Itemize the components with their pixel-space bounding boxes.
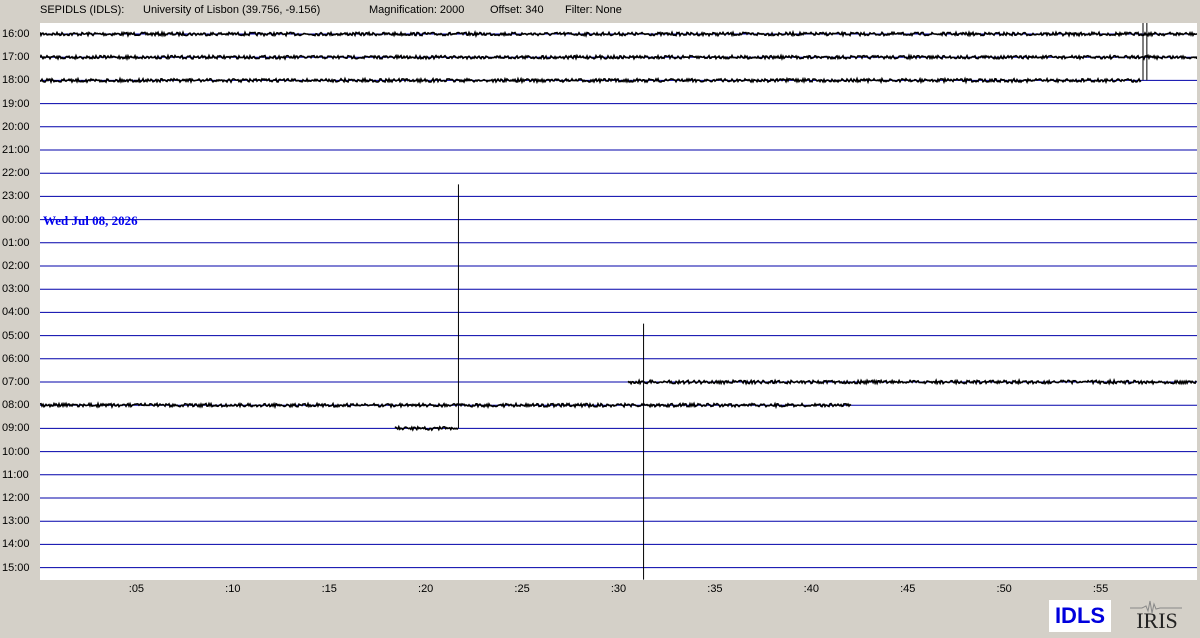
magnification-value: Magnification: 2000 bbox=[369, 4, 465, 16]
minute-label: :40 bbox=[803, 583, 819, 595]
minute-label: :05 bbox=[128, 583, 145, 595]
hour-label: 23:00 bbox=[2, 190, 30, 203]
hour-label: 04:00 bbox=[2, 306, 30, 319]
hour-label: 11:00 bbox=[2, 468, 29, 481]
minute-label: :45 bbox=[900, 583, 916, 595]
hour-label: 13:00 bbox=[2, 515, 30, 528]
iris-logo: IRIS bbox=[1130, 596, 1182, 634]
hour-label: 17:00 bbox=[2, 51, 30, 64]
hour-label: 01:00 bbox=[2, 236, 30, 249]
hour-label: 05:00 bbox=[2, 329, 30, 342]
seismic-trace bbox=[394, 424, 459, 432]
helicorder-svg bbox=[40, 23, 1197, 580]
minute-label: :20 bbox=[418, 583, 434, 595]
offset-value: Offset: 340 bbox=[490, 4, 544, 16]
idls-logo: IDLS bbox=[1049, 600, 1111, 632]
minute-label: :35 bbox=[707, 583, 723, 595]
minute-label: :30 bbox=[610, 583, 627, 595]
hour-label: 00:00 bbox=[2, 213, 30, 226]
header-bar: SEPIDLS (IDLS): University of Lisbon (39… bbox=[0, 0, 1200, 20]
hour-label: 07:00 bbox=[2, 376, 30, 388]
hour-label: 16:00 bbox=[2, 28, 30, 40]
hour-label: 06:00 bbox=[2, 352, 30, 365]
hour-label: 18:00 bbox=[2, 74, 30, 87]
hour-label: 22:00 bbox=[2, 167, 30, 180]
hour-label: 09:00 bbox=[2, 422, 30, 435]
hour-label: 10:00 bbox=[2, 445, 30, 458]
station-location: University of Lisbon (39.756, -9.156) bbox=[143, 4, 321, 16]
hour-label: 12:00 bbox=[2, 492, 30, 504]
minute-label: :55 bbox=[1092, 583, 1109, 595]
hour-label: 19:00 bbox=[2, 97, 30, 110]
hour-label: 08:00 bbox=[2, 399, 30, 412]
hour-label: 02:00 bbox=[2, 260, 30, 272]
date-label: Wed Jul 08, 2026 bbox=[43, 213, 138, 228]
helicorder-plot[interactable] bbox=[40, 23, 1197, 580]
minute-label: :25 bbox=[514, 583, 530, 595]
hour-label: 14:00 bbox=[2, 538, 30, 551]
station-name: SEPIDLS (IDLS): bbox=[40, 4, 125, 16]
hour-label: 15:00 bbox=[2, 561, 30, 574]
iris-logo-text: IRIS bbox=[1136, 608, 1178, 633]
minute-label: :10 bbox=[225, 583, 241, 595]
seismic-trace bbox=[627, 377, 1197, 386]
minute-label: :15 bbox=[321, 583, 337, 595]
minute-label: :50 bbox=[996, 583, 1012, 595]
hour-label: 21:00 bbox=[2, 144, 30, 156]
filter-value: Filter: None bbox=[565, 4, 622, 16]
hour-label: 20:00 bbox=[2, 120, 30, 133]
hour-label: 03:00 bbox=[2, 283, 30, 296]
